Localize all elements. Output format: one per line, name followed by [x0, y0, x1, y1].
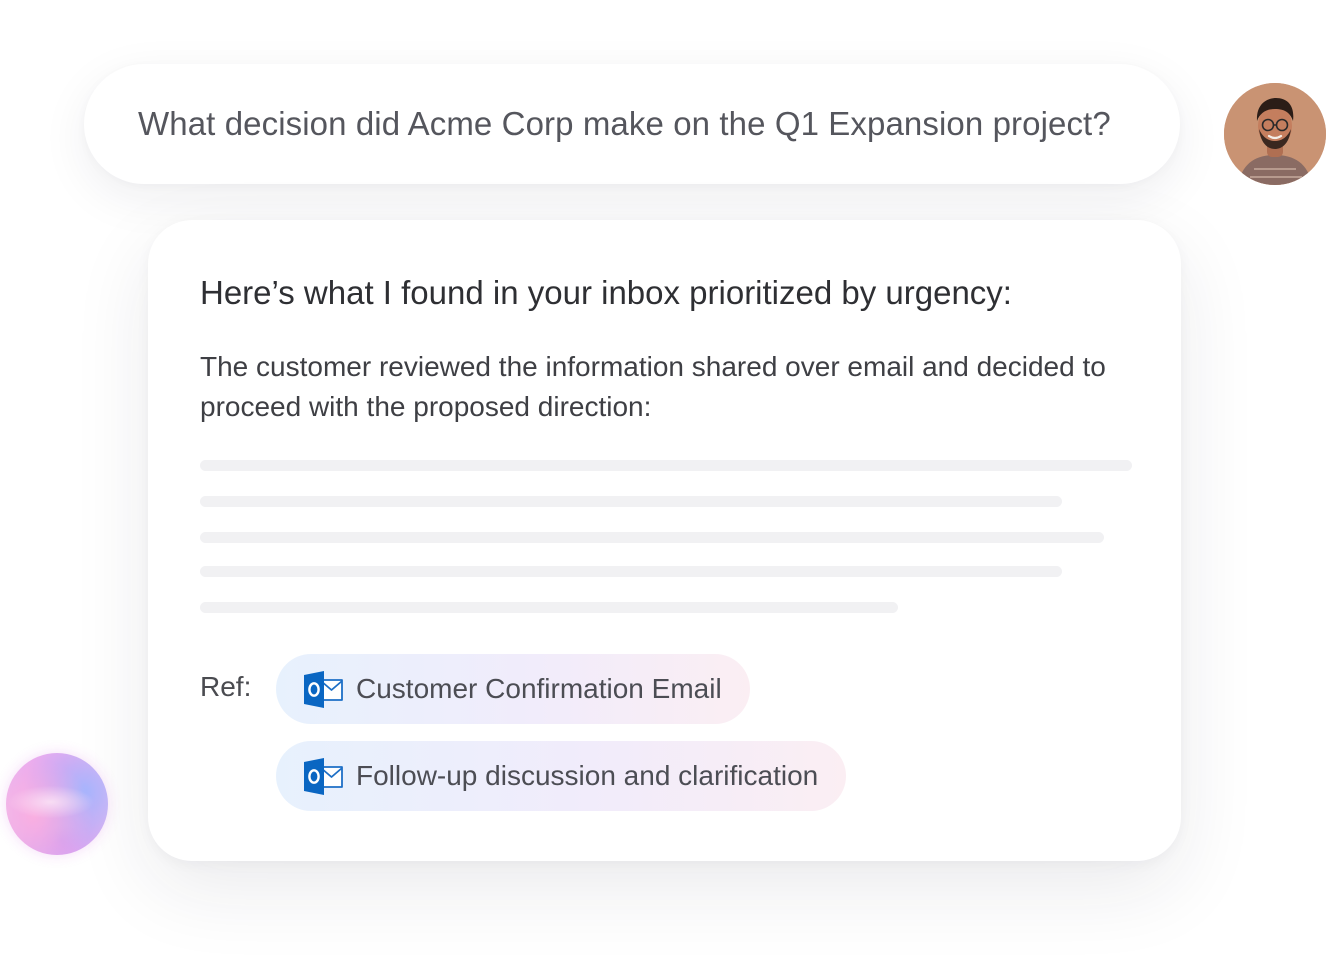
- skeleton-line: [200, 532, 1104, 543]
- user-avatar: [1224, 83, 1326, 185]
- reference-chip-label: Follow-up discussion and clarification: [356, 760, 819, 791]
- ref-label: Ref:: [200, 671, 252, 702]
- assistant-answer-card: Here’s what I found in your inbox priori…: [148, 220, 1181, 861]
- outlook-icon: [304, 670, 343, 708]
- skeleton-line: [200, 602, 898, 613]
- user-avatar-icon: [1224, 83, 1326, 185]
- user-question-text: What decision did Acme Corp make on the …: [138, 105, 1111, 142]
- reference-chip-label: Customer Confirmation Email: [356, 673, 722, 704]
- answer-body-text: The customer reviewed the information sh…: [200, 351, 1106, 422]
- user-question-bubble: What decision did Acme Corp make on the …: [84, 64, 1180, 184]
- skeleton-line: [200, 566, 1062, 577]
- reference-chip-follow-up-discussion[interactable]: Follow-up discussion and clarification: [276, 741, 847, 811]
- answer-heading: Here’s what I found in your inbox priori…: [200, 274, 1012, 311]
- skeleton-line: [200, 496, 1062, 507]
- outlook-icon: [304, 757, 343, 795]
- assistant-orb-icon: [6, 753, 108, 855]
- reference-chip-customer-confirmation-email[interactable]: Customer Confirmation Email: [276, 654, 750, 724]
- skeleton-line: [200, 460, 1132, 471]
